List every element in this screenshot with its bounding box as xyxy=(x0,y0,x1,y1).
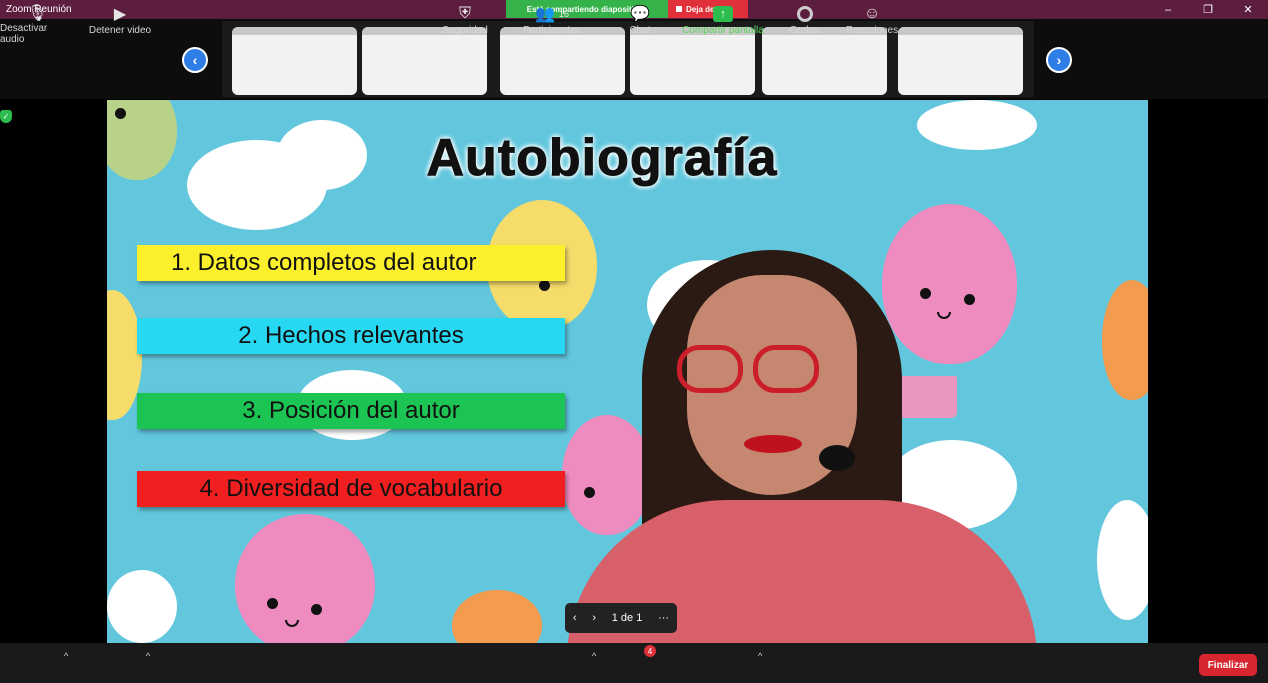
presenter-video xyxy=(547,250,1047,643)
window-controls: – ❐ ✕ xyxy=(1148,0,1268,19)
participants-count: 16 xyxy=(558,9,569,19)
cloud-decoration xyxy=(1097,500,1148,620)
slide-item-2-label: 2. Hechos relevantes xyxy=(238,322,464,349)
slide-item-1-label: 1. Datos completos del autor xyxy=(171,249,477,276)
reactions-button[interactable]: ☺ Reacciones xyxy=(842,3,902,39)
smiley-plus-icon: ☺ xyxy=(863,5,881,22)
share-options-caret-icon[interactable]: ^ xyxy=(758,651,762,661)
security-button[interactable]: ⛨ Seguridad xyxy=(436,3,494,39)
video-options-caret-icon[interactable]: ^ xyxy=(146,651,150,661)
slide-item-4-label: 4. Diversidad de vocabulario xyxy=(199,475,503,502)
slide-item-1: 1. Datos completos del autor xyxy=(137,245,565,281)
presenter-lips xyxy=(744,435,802,453)
balloon-decoration xyxy=(235,514,375,643)
video-camera-icon: ▶ xyxy=(113,6,127,23)
headset-microphone xyxy=(819,445,855,471)
slide-item-4: 4. Diversidad de vocabulario xyxy=(137,471,565,507)
reactions-label: Reacciones xyxy=(845,25,899,36)
previous-slide-icon[interactable]: ‹ xyxy=(573,612,577,624)
stop-video-button[interactable]: ▶ Detener video xyxy=(84,3,156,39)
balloon-decoration xyxy=(1102,280,1148,400)
chat-label: Chat xyxy=(629,25,651,36)
record-icon xyxy=(797,3,813,25)
share-screen-label: Compartir pantalla xyxy=(682,25,764,36)
slide-item-3: 3. Posición del autor xyxy=(137,393,565,429)
balloon-decoration xyxy=(107,100,177,180)
restore-button[interactable]: ❐ xyxy=(1188,0,1228,19)
page-indicator: 1 de 1 xyxy=(611,612,643,624)
record-label: Grabar xyxy=(789,25,821,36)
balloon-decoration xyxy=(452,590,542,643)
mute-audio-button[interactable]: 🎙 Desactivar audio xyxy=(0,3,74,45)
slide-item-3-label: 3. Posición del autor xyxy=(242,397,460,424)
next-slide-icon[interactable]: › xyxy=(592,612,596,624)
participant-thumbnail[interactable] xyxy=(232,27,357,95)
slide-navigator: ‹ › 1 de 1 ··· xyxy=(565,603,677,633)
cloud-decoration xyxy=(107,570,177,643)
slide-item-2: 2. Hechos relevantes xyxy=(137,318,565,354)
microphone-icon: 🎙 xyxy=(26,5,48,22)
share-screen-icon: ↑ xyxy=(713,3,733,25)
participants-button[interactable]: 👥 16 Participantes xyxy=(518,3,586,39)
shield-icon[interactable]: ✓ xyxy=(0,110,12,123)
glasses-right-lens xyxy=(753,345,819,393)
glasses-left-lens xyxy=(677,345,743,393)
zoom-window: Zoom Reunión Está compartiendo diapositi… xyxy=(0,0,1268,683)
share-screen-button[interactable]: ↑ Compartir pantalla xyxy=(676,3,770,39)
more-options-icon[interactable]: ··· xyxy=(658,612,669,624)
end-meeting-button[interactable]: Finalizar xyxy=(1199,654,1257,676)
participants-label: Participantes xyxy=(523,25,581,36)
mute-audio-label: Desactivar audio xyxy=(0,23,48,45)
chat-unread-badge: 4 xyxy=(644,645,656,657)
cloud-decoration xyxy=(917,100,1037,150)
slide-title: Autobiografía xyxy=(426,129,778,188)
close-button[interactable]: ✕ xyxy=(1228,0,1268,19)
meeting-toolbar xyxy=(0,643,1268,683)
record-button[interactable]: Grabar xyxy=(784,3,826,39)
chat-button[interactable]: 💬 Chat xyxy=(622,3,658,39)
shared-slide: Autobiografía 1. Datos completos del aut… xyxy=(107,100,1148,643)
shield-icon: ⛨ xyxy=(458,5,471,22)
chevron-right-icon[interactable]: › xyxy=(1046,47,1072,73)
participant-thumbnail[interactable] xyxy=(898,27,1023,95)
security-label: Seguridad xyxy=(442,25,488,36)
chat-bubble-icon: 💬 xyxy=(630,6,650,23)
people-icon: 👥 16 xyxy=(535,6,569,23)
chevron-left-icon[interactable]: ‹ xyxy=(182,47,208,73)
participants-options-caret-icon[interactable]: ^ xyxy=(592,651,596,661)
stop-video-label: Detener video xyxy=(88,25,152,36)
minimize-button[interactable]: – xyxy=(1148,0,1188,19)
cloud-decoration xyxy=(277,120,367,190)
audio-options-caret-icon[interactable]: ^ xyxy=(64,651,68,661)
